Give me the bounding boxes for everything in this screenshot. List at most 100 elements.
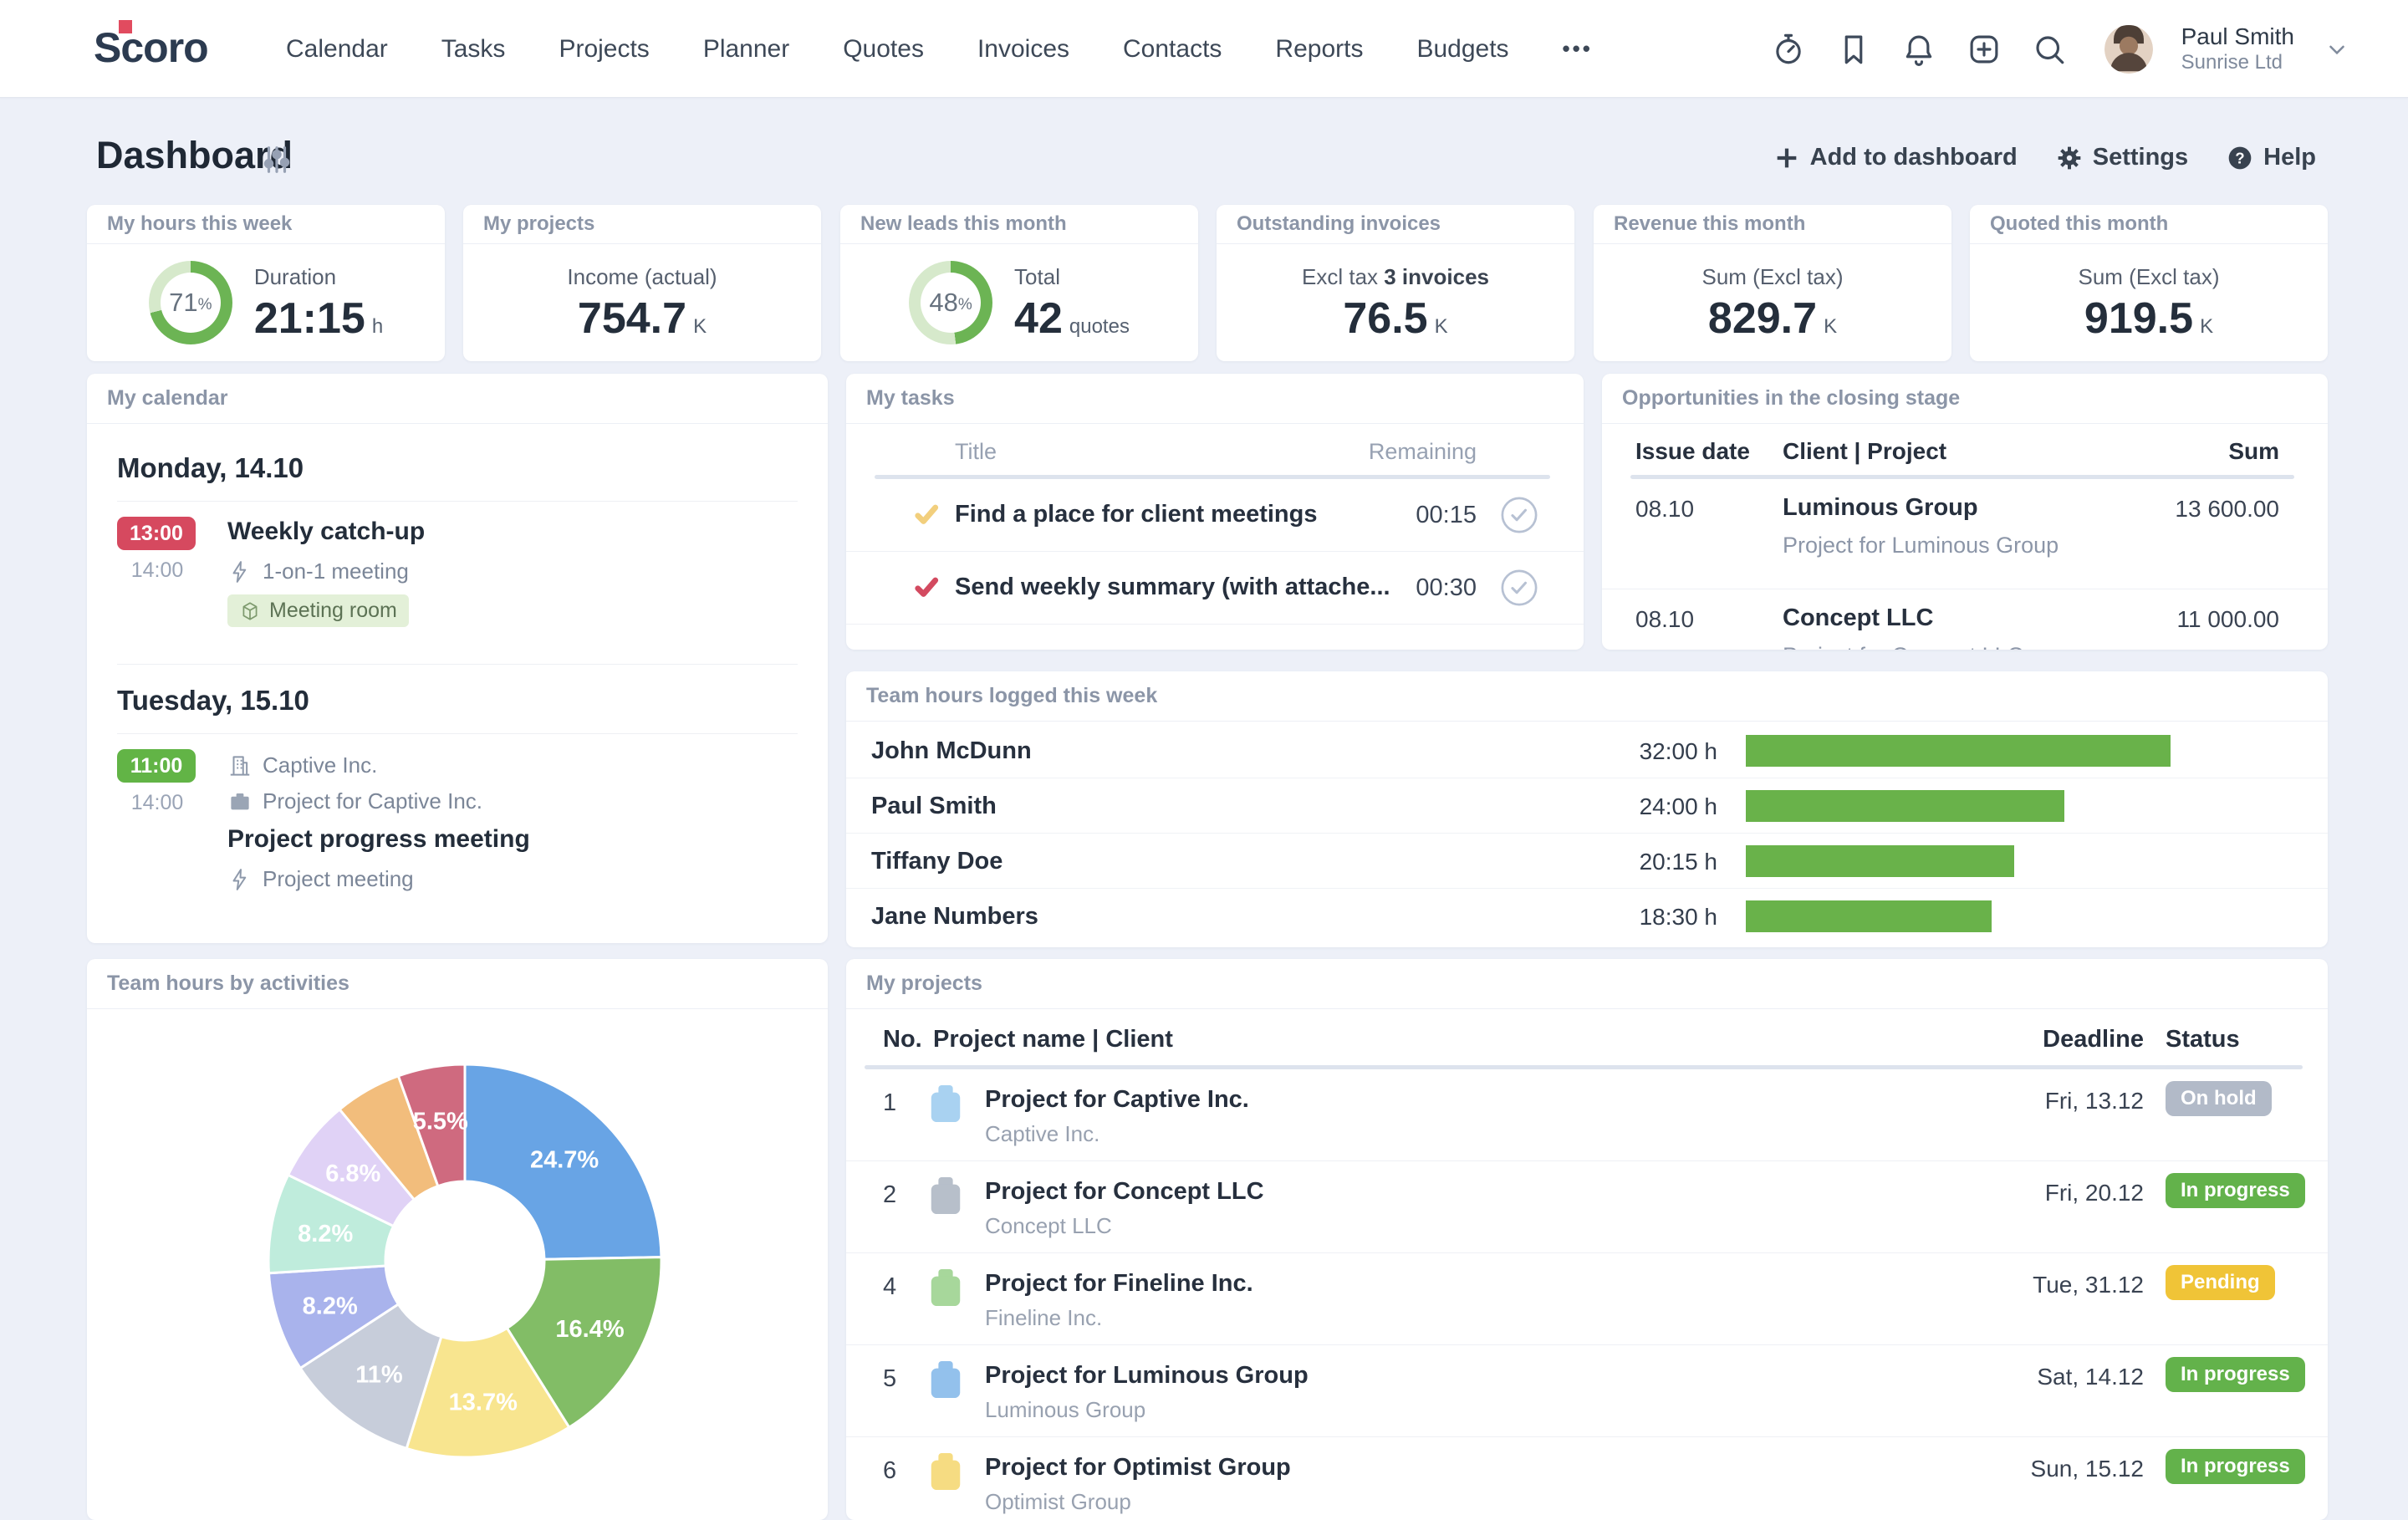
- status-badge: On hold: [2166, 1081, 2272, 1116]
- donut-slice-label: 5.5%: [413, 1109, 468, 1135]
- project-row[interactable]: 2 Project for Concept LLC Concept LLC Fr…: [846, 1161, 2328, 1253]
- hours-bar: [1746, 900, 1992, 932]
- column-name-client: Project name | Client: [933, 1026, 1173, 1053]
- task-title: Find a place for client meetings: [955, 501, 1318, 528]
- top-navbar: Scoro Calendar Tasks Projects Planner Qu…: [0, 0, 2408, 98]
- kpi-value: 76.5 K: [1343, 294, 1448, 343]
- event-type: Project meeting: [227, 866, 530, 892]
- project-number: 6: [883, 1457, 897, 1484]
- nav-item-budgets[interactable]: Budgets: [1416, 35, 1508, 64]
- kpi-card-outstanding-invoices: Outstanding invoices Excl tax 3 invoices…: [1217, 205, 1574, 361]
- user-name: Paul Smith: [2181, 23, 2294, 50]
- kpi-title: Revenue this month: [1594, 205, 1951, 244]
- project-briefcase-icon: [931, 1084, 961, 1123]
- nav-item-calendar[interactable]: Calendar: [286, 35, 388, 64]
- dashboard-filter-sliders-icon[interactable]: [261, 144, 293, 176]
- timer-icon[interactable]: [1770, 31, 1807, 68]
- column-title: Title: [955, 439, 997, 464]
- search-icon[interactable]: [2031, 31, 2068, 68]
- user-avatar[interactable]: [2104, 24, 2153, 74]
- hours-bar: [1746, 735, 2171, 767]
- project-deadline: Fri, 20.12: [2044, 1180, 2144, 1206]
- donut-slice-label: 6.8%: [325, 1160, 380, 1187]
- complete-task-button[interactable]: [1500, 496, 1538, 534]
- user-info[interactable]: Paul Smith Sunrise Ltd: [2181, 23, 2294, 74]
- settings-button[interactable]: Settings: [2056, 144, 2188, 171]
- plus-icon: [1777, 148, 1796, 167]
- nav-item-invoices[interactable]: Invoices: [977, 35, 1069, 64]
- calendar-day-heading: Monday, 14.10: [117, 452, 304, 483]
- project-row[interactable]: 4 Project for Fineline Inc. Fineline Inc…: [846, 1253, 2328, 1345]
- project-name: Project for Fineline Inc.: [985, 1270, 1253, 1297]
- project-number: 4: [883, 1273, 897, 1300]
- opportunity-row[interactable]: 08.10 Concept LLC Project for Concept LL…: [1602, 589, 2328, 650]
- task-status-check-icon: [915, 504, 939, 524]
- help-button[interactable]: ? Help: [2227, 144, 2316, 171]
- task-row[interactable]: Send weekly summary (with attache... 00:…: [846, 552, 1584, 625]
- status-badge: In progress: [2166, 1449, 2305, 1484]
- add-to-dashboard-button[interactable]: Add to dashboard: [1773, 144, 2018, 171]
- calendar-event[interactable]: 13:00 14:00 Weekly catch-up 1-on-1 meeti…: [117, 517, 798, 627]
- opportunities-panel: Opportunities in the closing stage Issue…: [1602, 374, 2328, 650]
- complete-task-button[interactable]: [1500, 569, 1538, 607]
- kpi-title: My hours this week: [87, 205, 445, 244]
- team-hours-row[interactable]: John McDunn 32:00 h: [846, 723, 2328, 778]
- scoro-logo[interactable]: Scoro: [94, 20, 209, 72]
- calendar-event[interactable]: 11:00 14:00 Captive Inc. Project for Cap…: [117, 749, 798, 892]
- nav-item-planner[interactable]: Planner: [703, 35, 789, 64]
- panel-title: Team hours logged this week: [846, 671, 2328, 722]
- nav-item-reports[interactable]: Reports: [1275, 35, 1363, 64]
- building-icon: [230, 755, 250, 776]
- hours-logged: 20:15 h: [1639, 849, 1717, 875]
- briefcase-icon: [231, 793, 249, 809]
- project-briefcase-icon: [931, 1452, 961, 1491]
- kpi-label: Excl tax 3 invoices: [1302, 264, 1489, 289]
- event-start-time-badge: 11:00: [117, 749, 196, 783]
- project-name: Project for Captive Inc.: [985, 1086, 1249, 1113]
- column-sum: Sum: [2228, 438, 2279, 464]
- panel-title: My calendar: [87, 374, 828, 424]
- kpi-value: 829.7 K: [1707, 294, 1838, 343]
- meeting-room-tag: Meeting room: [227, 594, 409, 627]
- kpi-title: My projects: [463, 205, 821, 244]
- column-deadline: Deadline: [2043, 1026, 2144, 1053]
- chevron-down-icon[interactable]: [2324, 37, 2349, 62]
- nav-item-projects[interactable]: Projects: [559, 35, 649, 64]
- kpi-label: Sum (Excl tax): [2078, 264, 2220, 289]
- project-deadline: Sun, 15.12: [2030, 1456, 2144, 1482]
- project-briefcase-icon: [931, 1268, 961, 1307]
- donut-slice-label: 13.7%: [449, 1390, 518, 1416]
- event-project: Project for Captive Inc.: [227, 788, 530, 814]
- column-status: Status: [2166, 1026, 2240, 1053]
- team-hours-row[interactable]: Jane Numbers 18:30 h: [846, 889, 2328, 944]
- kpi-value: 42 quotes: [1014, 294, 1130, 343]
- task-title: Send weekly summary (with attache...: [955, 574, 1390, 600]
- opportunity-row[interactable]: 08.10 Luminous Group Project for Luminou…: [1602, 479, 2328, 589]
- hours-logged: 32:00 h: [1639, 738, 1717, 764]
- task-row[interactable]: Find a place for client meetings 00:15: [846, 479, 1584, 552]
- divider: [117, 501, 798, 502]
- bookmark-icon[interactable]: [1835, 31, 1872, 68]
- panel-title: My tasks: [846, 374, 1584, 424]
- nav-item-tasks[interactable]: Tasks: [441, 35, 506, 64]
- kpi-value: 754.7 K: [577, 294, 707, 343]
- kpi-card-my-projects: My projects Income (actual) 754.7 K: [463, 205, 821, 361]
- notifications-bell-icon[interactable]: [1900, 31, 1937, 68]
- team-hours-row[interactable]: Paul Smith 24:00 h: [846, 778, 2328, 834]
- project-name: Project for Optimist Group: [985, 1454, 1291, 1481]
- opportunity-sum: 13 600.00: [2175, 496, 2279, 522]
- quick-add-plus-icon[interactable]: [1966, 31, 2002, 68]
- project-row[interactable]: 6 Project for Optimist Group Optimist Gr…: [846, 1437, 2328, 1520]
- project-row[interactable]: 5 Project for Luminous Group Luminous Gr…: [846, 1345, 2328, 1437]
- team-hours-row[interactable]: Tiffany Doe 20:15 h: [846, 834, 2328, 889]
- project-client: Captive Inc.: [985, 1121, 1100, 1146]
- nav-more-menu[interactable]: •••: [1563, 36, 1593, 62]
- project-client: Concept LLC: [985, 1213, 1112, 1238]
- project-deadline: Sat, 14.12: [2037, 1364, 2144, 1390]
- task-remaining: 00:15: [1416, 502, 1477, 528]
- nav-item-contacts[interactable]: Contacts: [1123, 35, 1222, 64]
- project-briefcase-icon: [931, 1360, 961, 1399]
- project-row[interactable]: 1 Project for Captive Inc. Captive Inc. …: [846, 1069, 2328, 1161]
- nav-item-quotes[interactable]: Quotes: [843, 35, 924, 64]
- cube-icon: [242, 601, 258, 620]
